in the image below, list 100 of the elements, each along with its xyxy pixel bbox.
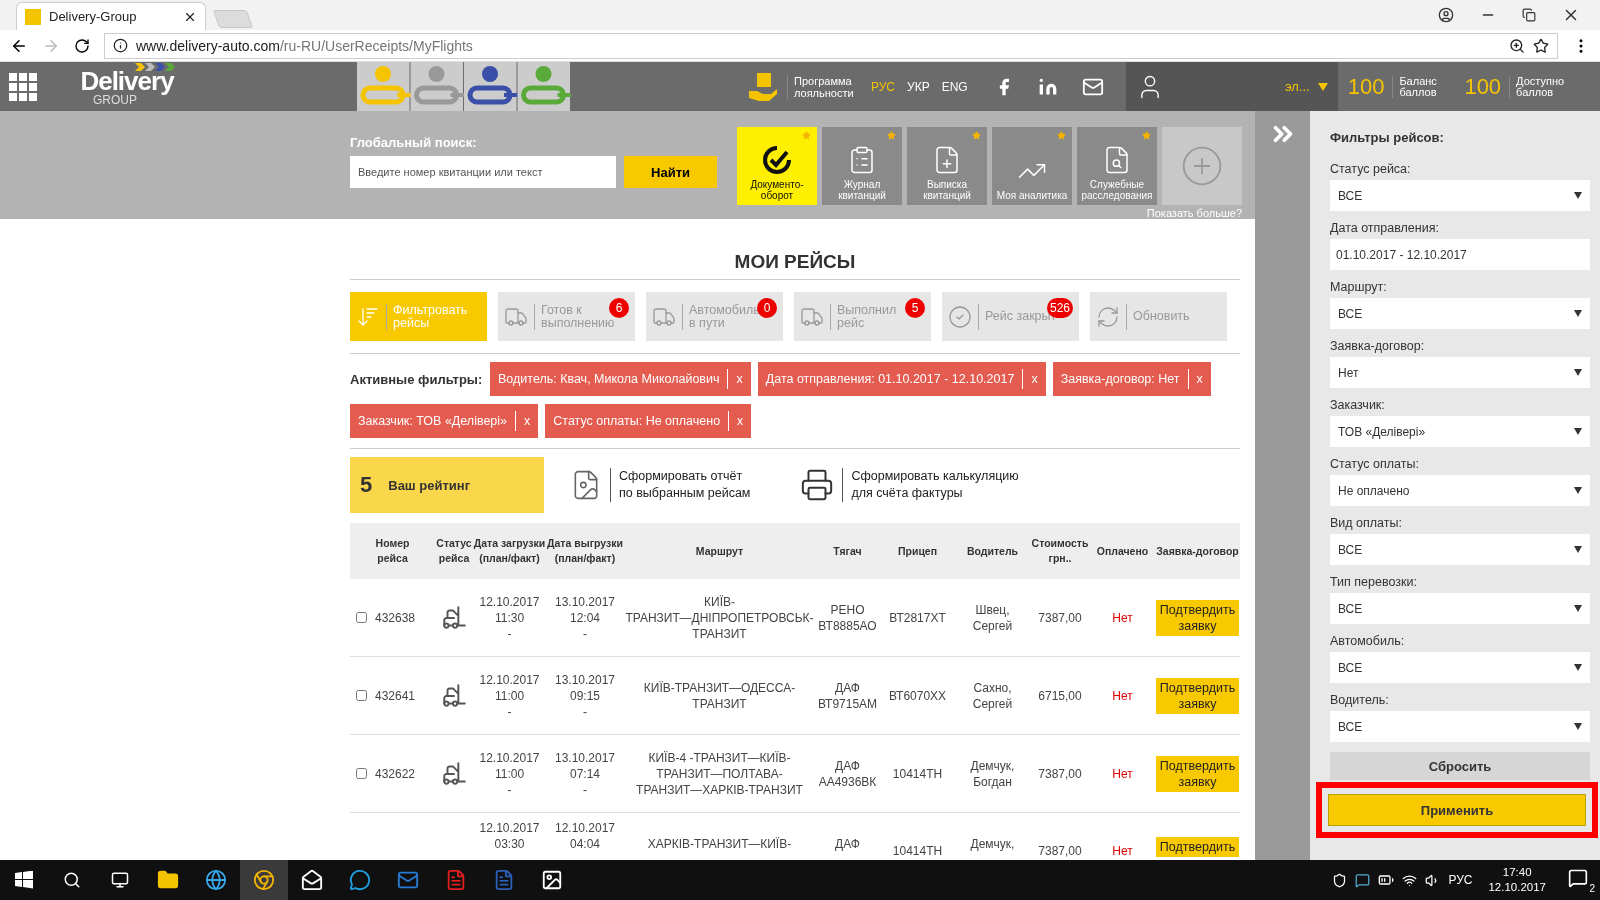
language-option[interactable]: ENG — [941, 79, 968, 94]
remove-filter-button[interactable]: x — [728, 411, 752, 431]
table-cell-text: 10414ТН — [891, 765, 944, 782]
column-header: Статус рейса — [435, 536, 473, 566]
browser-tab[interactable]: Delivery-Group — [16, 2, 206, 30]
table-cell-text: 13.10.2017 09:15 - — [553, 671, 617, 720]
star-icon — [887, 131, 896, 140]
tray-app-icon[interactable] — [1355, 872, 1371, 888]
image-icon[interactable] — [541, 869, 563, 891]
reset-button[interactable]: Сбросить — [1330, 752, 1590, 780]
table-cell-text: 12.10.2017 11:00 - — [478, 671, 541, 720]
add-tile[interactable] — [1162, 127, 1242, 205]
table-cell-text: КИЇВ-ТРАНЗИТ—ОДЕССА- ТРАНЗИТ — [642, 679, 797, 712]
tab-title: Delivery-Group — [49, 9, 138, 24]
column-header: Оплачено — [1095, 543, 1150, 559]
profile-icon[interactable] — [1438, 7, 1454, 23]
table-cell: 432638 — [375, 609, 416, 626]
task-view-icon[interactable] — [111, 871, 129, 889]
row-checkbox[interactable] — [356, 612, 367, 623]
select-field[interactable]: ВСЕ — [1330, 711, 1590, 742]
select-field[interactable]: Не оплачено — [1330, 475, 1590, 506]
table-cell-text: 7387,00 — [1037, 843, 1083, 859]
network-icon[interactable] — [1402, 872, 1418, 888]
language-indicator[interactable]: РУС — [1448, 873, 1473, 887]
apps-grid-icon[interactable] — [9, 72, 37, 101]
shield-icon[interactable] — [1332, 872, 1348, 888]
date-range-field[interactable]: 01.10.2017 - 12.10.2017 — [1330, 239, 1590, 270]
apply-button[interactable]: Применить — [1328, 794, 1586, 826]
select-field[interactable]: ВСЕ — [1330, 298, 1590, 329]
table-cell-text: Сахно, Сергей — [971, 679, 1014, 712]
column-header: Дата выгрузки (план/факт) — [546, 536, 624, 566]
select-field[interactable]: ВСЕ — [1330, 534, 1590, 565]
mail-icon[interactable] — [301, 869, 323, 891]
address-bar[interactable]: www.delivery-auto.com/ru-RU/UserReceipts/MyFlights — [104, 32, 1558, 59]
remove-filter-button[interactable]: x — [727, 369, 751, 389]
filter-chip-text: Дата отправления: 01.10.2017 - 12.10.2017 — [765, 372, 1015, 386]
points-label: Доступно баллов — [1509, 75, 1562, 98]
language-option[interactable]: УКР — [907, 79, 930, 94]
globe-icon[interactable] — [205, 869, 227, 891]
table-cell-text: 12.10.2017 11:00 - — [478, 749, 541, 798]
field-label: Дата отправления: — [1330, 221, 1440, 235]
confirm-request-button[interactable]: Подтвердить заявку — [1156, 755, 1239, 792]
table-cell-text: Нет — [1111, 609, 1134, 626]
notifications-icon[interactable] — [1568, 868, 1588, 888]
account-name[interactable]: эл... — [1284, 79, 1310, 94]
logo[interactable]: Delivery GROUP — [77, 66, 177, 107]
active-filters-label: Активные фильтры: — [350, 371, 483, 387]
forklift-icon — [441, 760, 467, 787]
windows-logo-icon[interactable] — [15, 871, 33, 889]
reload-icon[interactable] — [74, 37, 90, 54]
shortcut-tile[interactable]: Документо-оборот — [737, 127, 817, 205]
hand-box-icon[interactable] — [747, 70, 779, 103]
zoom-icon[interactable] — [1509, 37, 1525, 54]
search-field[interactable]: Введите номер квитанции или текст — [350, 156, 616, 188]
star-icon — [1057, 131, 1066, 140]
document-icon[interactable] — [493, 869, 515, 891]
clock[interactable]: 17:40 12.10.2017 — [1488, 865, 1546, 895]
select-field[interactable]: Нет — [1330, 357, 1590, 388]
table-cell-text: 7387,00 — [1037, 765, 1083, 782]
select-field[interactable]: ВСЕ — [1330, 593, 1590, 624]
find-button[interactable]: Найти — [624, 156, 717, 188]
remove-filter-button[interactable]: x — [515, 411, 539, 431]
restore-icon[interactable] — [1522, 8, 1536, 22]
confirm-request-button[interactable]: Подтвердить заявку — [1156, 599, 1239, 636]
select-field[interactable]: ТОВ «Делівері» — [1330, 416, 1590, 447]
table-cell-text: ДАФ АА4936ВК — [817, 757, 878, 790]
select-field[interactable]: ВСЕ — [1330, 180, 1590, 211]
column-header: Дата загрузки (план/факт) — [473, 536, 546, 566]
linkedin-icon[interactable] — [1037, 76, 1058, 97]
loyalty-program-link[interactable]: Программа лояльности — [787, 74, 853, 99]
status-filter-button[interactable]: Готов к выполнению 6 — [498, 292, 635, 341]
info-icon — [113, 38, 128, 53]
table-cell: КИЇВ- ТРАНЗИТ—ДНІПРОПЕТРОВСЬК- ТРАНЗИТ — [624, 593, 815, 642]
printer-icon — [800, 468, 835, 502]
bookmark-star-icon[interactable] — [1533, 37, 1549, 54]
chat-icon[interactable] — [349, 869, 371, 891]
row-checkbox[interactable] — [356, 768, 367, 779]
action-link[interactable]: Сформировать калькуляцию для счёта фактуры — [842, 468, 1019, 502]
remove-filter-button[interactable]: x — [1187, 369, 1211, 389]
select-field[interactable]: ВСЕ — [1330, 652, 1590, 683]
field-label: Водитель: — [1330, 693, 1390, 707]
folder-icon[interactable] — [157, 869, 179, 891]
status-filter-button[interactable]: Выполнил рейс 5 — [794, 292, 931, 341]
action-link[interactable]: Сформировать отчёт по выбранным рейсам — [610, 468, 751, 502]
row-checkbox[interactable] — [356, 690, 367, 701]
search-icon[interactable] — [63, 871, 81, 889]
star-icon — [1142, 131, 1151, 140]
column-header: Стоимость грн.. — [1030, 536, 1090, 566]
pdf-icon[interactable] — [445, 869, 467, 891]
battery-icon[interactable] — [1378, 872, 1395, 888]
table-cell: 432641 — [375, 687, 416, 704]
table-cell-text: Швец, Сергей — [971, 601, 1014, 634]
remove-filter-button[interactable]: x — [1022, 369, 1046, 389]
table-cell-text: ХАРКІВ-ТРАНЗИТ—КИЇВ- — [646, 836, 793, 852]
page-title: МОИ РЕЙСЫ — [350, 251, 1240, 280]
caret-icon[interactable] — [1317, 82, 1328, 91]
field-label: Заявка-договор: — [1330, 339, 1426, 353]
confirm-request-button[interactable]: Подтвердить заявку — [1156, 677, 1239, 714]
confirm-request-button[interactable]: Подтвердить — [1156, 837, 1239, 857]
browser-icon[interactable] — [253, 869, 275, 891]
